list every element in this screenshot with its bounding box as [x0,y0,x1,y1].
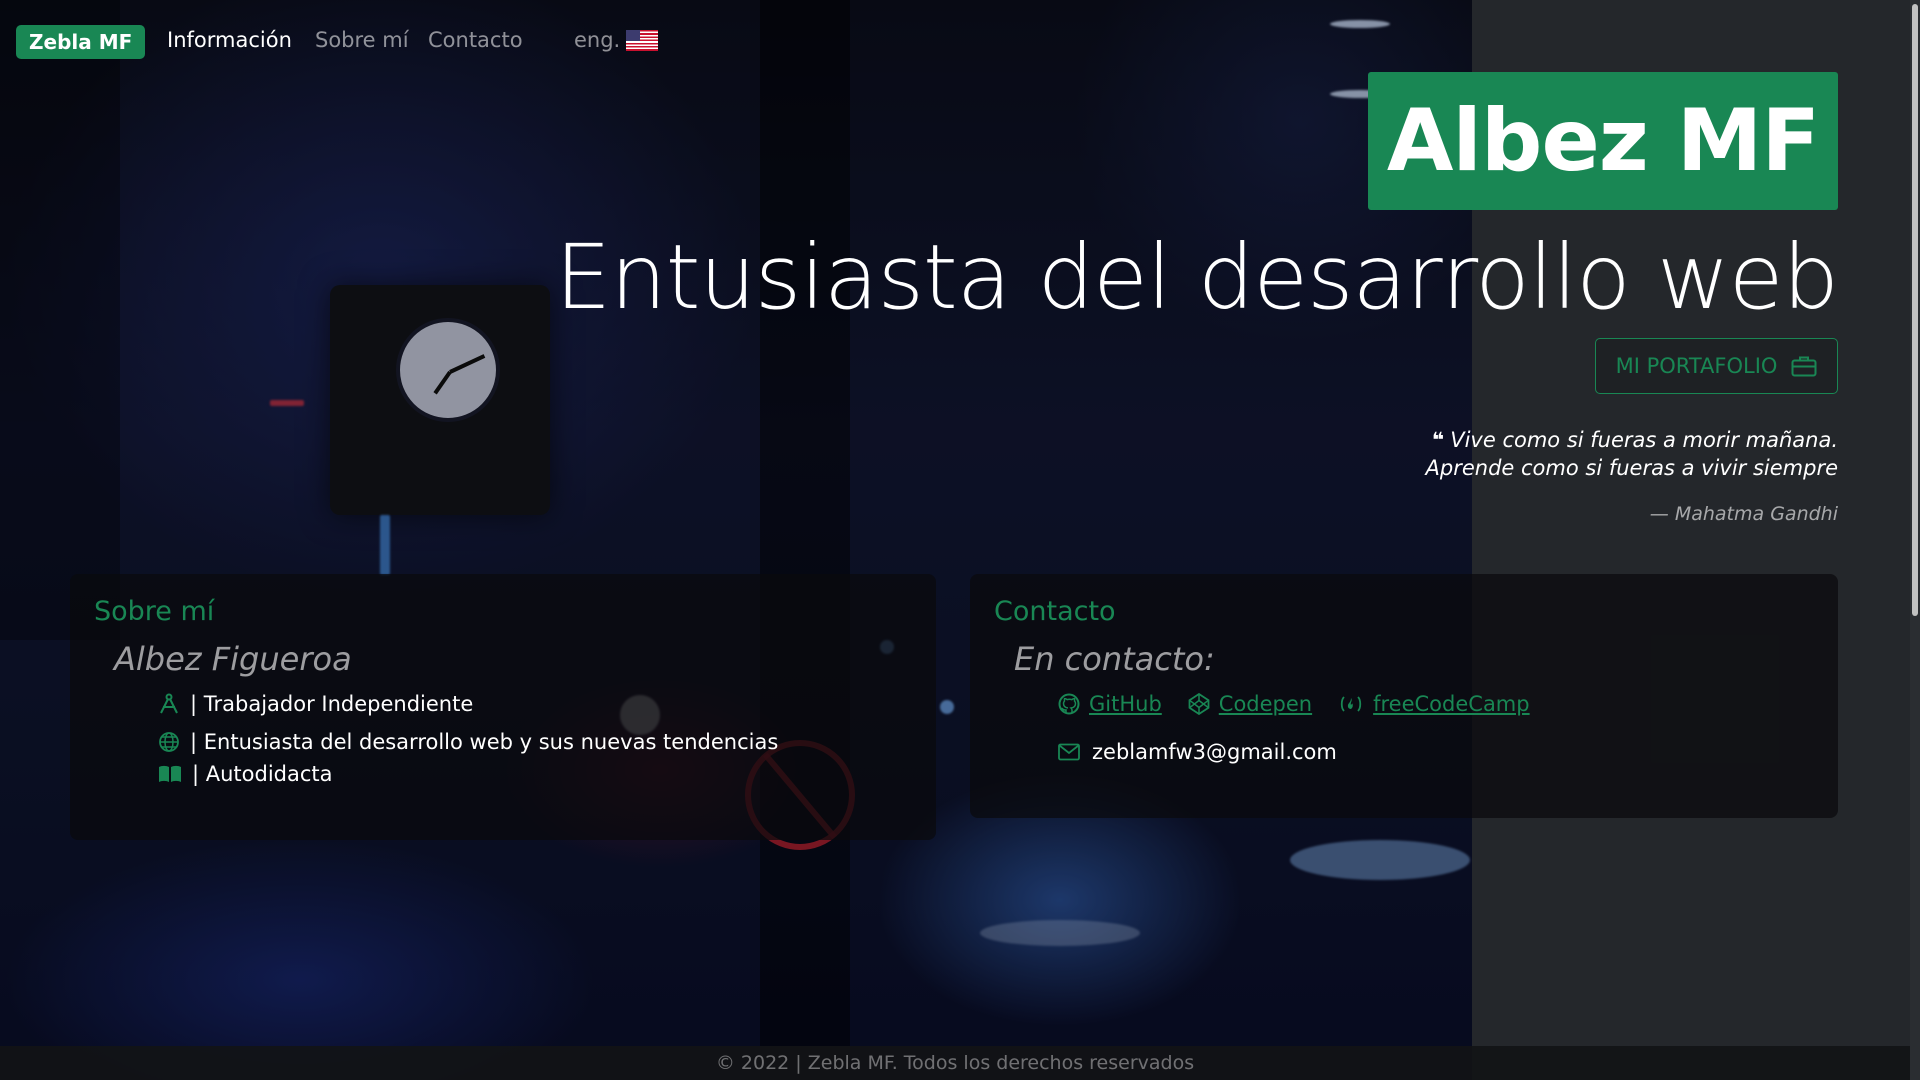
portfolio-button-label: MI PORTAFOLIO [1615,354,1778,378]
github-link[interactable]: GitHub [1058,692,1162,716]
about-item-web: | Entusiasta del desarrollo web y sus nu… [158,730,778,754]
hero-subtitle: Entusiasta del desarrollo web [554,225,1839,329]
about-item-label: | Entusiasta del desarrollo web y sus nu… [190,730,779,754]
contact-subtitle: En contacto: [1014,640,1215,678]
quote: ❝ Vive como si fueras a morir mañana. Apr… [1426,426,1838,482]
quote-icon: ❝ [1431,428,1445,452]
contact-title: Contacto [994,596,1116,627]
github-icon [1058,693,1080,715]
freecodecamp-link[interactable]: freeCodeCamp [1338,692,1530,716]
contact-card: Contacto En contacto: GitHub Codepen fre… [970,574,1838,818]
brand-logo[interactable]: Zebla MF [16,25,146,59]
codepen-icon [1188,693,1210,715]
codepen-link-label: Codepen [1218,692,1313,716]
nav-informacion[interactable]: Información [167,26,292,54]
about-item-independent: | Trabajador Independiente [158,692,473,716]
github-link-label: GitHub [1089,692,1162,716]
nav-contacto[interactable]: Contacto [428,26,523,54]
us-flag-icon[interactable] [626,30,658,51]
about-item-self-taught: | Autodidacta [158,762,333,786]
about-title: Sobre mí [94,596,215,627]
quote-author: — Mahatma Gandhi [1649,503,1838,525]
email-address[interactable]: zeblamfw3@gmail.com [1092,740,1337,764]
navbar: Zebla MF Información Sobre mí Contacto e… [0,0,1920,80]
freecodecamp-link-label: freeCodeCamp [1373,692,1530,716]
about-card: Sobre mí Albez Figueroa | Trabajador Ind… [70,574,936,840]
about-item-label: | Autodidacta [192,762,333,786]
nav-sobre-mi[interactable]: Sobre mí [315,26,409,54]
quote-line-2: Aprende como si fueras a vivir siempre [1425,456,1838,480]
codepen-link[interactable]: Codepen [1188,692,1312,716]
about-item-label: | Trabajador Independiente [190,692,474,716]
email-row[interactable]: zeblamfw3@gmail.com [1058,740,1337,764]
background-image [0,0,1472,1080]
hero-title: Albez MF [1368,72,1838,210]
quote-line-1: Vive como si fueras a morir mañana. [1450,428,1838,452]
language-toggle[interactable]: eng. [574,26,620,54]
page-scrollbar[interactable] [1910,0,1920,1080]
portfolio-button[interactable]: MI PORTAFOLIO [1595,338,1838,394]
briefcase-icon [1791,356,1817,377]
envelope-icon [1058,743,1080,761]
footer: © 2022 | Zebla MF. Todos los derechos re… [0,1046,1910,1080]
contact-links: GitHub Codepen freeCodeCamp [1058,692,1530,716]
globe-icon [159,732,179,752]
freecodecamp-icon [1340,696,1362,712]
about-name: Albez Figueroa [114,640,352,678]
compass-icon [160,693,178,714]
scrollbar-thumb[interactable] [1912,4,1918,616]
book-icon [159,765,181,782]
